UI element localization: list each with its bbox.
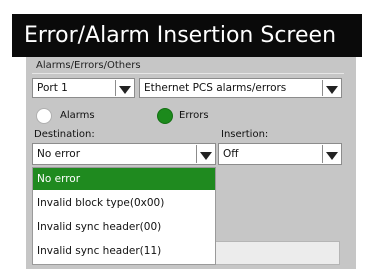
destination-select[interactable]: No error: [32, 143, 216, 165]
chevron-down-icon[interactable]: [322, 145, 340, 163]
alarm-type-select-value: Ethernet PCS alarms/errors: [144, 82, 287, 94]
chevron-down-icon[interactable]: [115, 80, 133, 96]
destination-select-value: No error: [37, 148, 81, 160]
alarm-type-select[interactable]: Ethernet PCS alarms/errors: [139, 78, 342, 98]
dropdown-option[interactable]: Invalid sync header(00): [33, 216, 215, 238]
screen-title: Error/Alarm Insertion Screen: [12, 14, 362, 57]
group-divider: [32, 73, 344, 74]
destination-label: Destination:: [34, 129, 95, 140]
insertion-label: Insertion:: [221, 129, 269, 140]
dropdown-option[interactable]: No error: [33, 168, 215, 190]
alarms-radio-label: Alarms: [60, 110, 95, 121]
alarms-radio[interactable]: [36, 108, 52, 124]
insertion-select[interactable]: Off: [218, 143, 342, 165]
port-select-value: Port 1: [37, 82, 68, 94]
group-label: Alarms/Errors/Others: [36, 60, 141, 71]
insertion-select-value: Off: [223, 148, 239, 160]
destination-dropdown-list: No error Invalid block type(0x00) Invali…: [32, 167, 216, 265]
errors-radio-label: Errors: [179, 110, 209, 121]
chevron-down-icon[interactable]: [322, 80, 340, 96]
chevron-down-icon[interactable]: [196, 145, 214, 163]
errors-radio[interactable]: [157, 108, 173, 124]
dropdown-option[interactable]: Invalid block type(0x00): [33, 192, 215, 214]
port-select[interactable]: Port 1: [32, 78, 135, 98]
dropdown-option[interactable]: Invalid sync header(11): [33, 240, 215, 262]
